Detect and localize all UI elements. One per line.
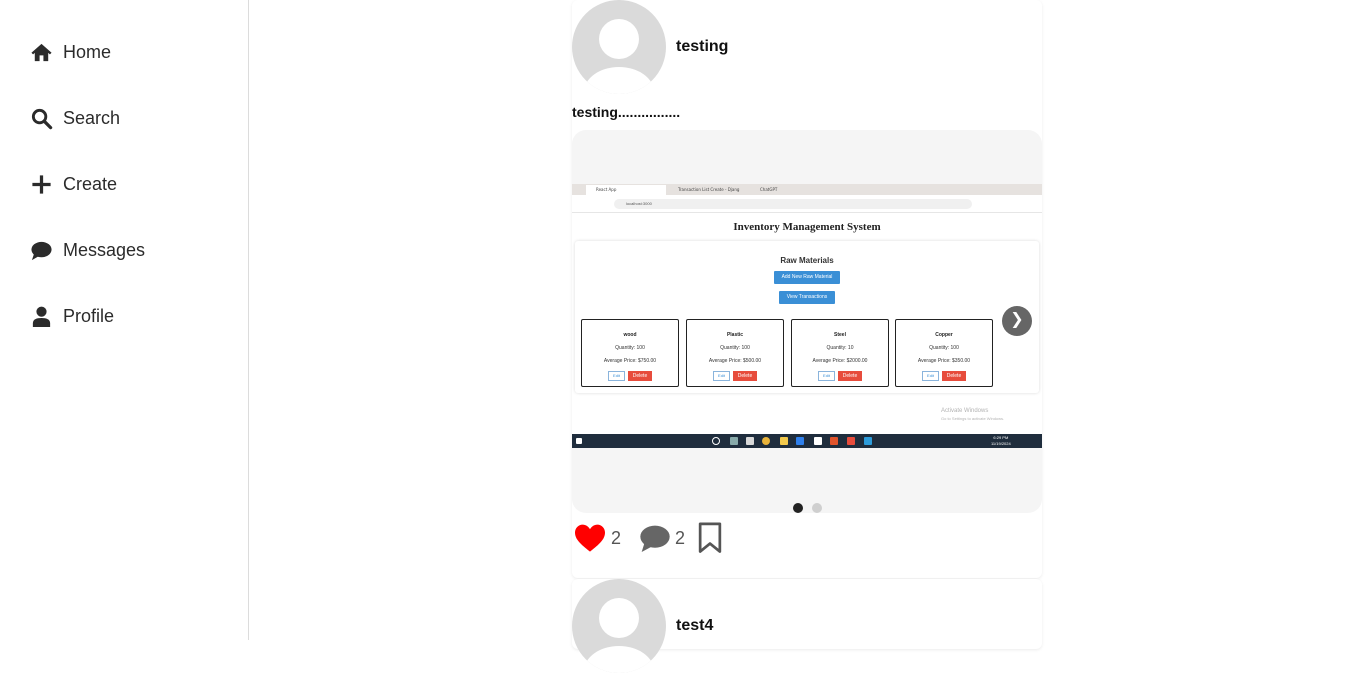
material-price: Average Price: $500.00 bbox=[708, 358, 762, 364]
post-image: React App Transaction List Create - Djan… bbox=[572, 184, 1042, 448]
delete-button: Delete bbox=[838, 371, 862, 381]
like-count: 2 bbox=[611, 527, 622, 548]
material-name: wood bbox=[623, 332, 637, 338]
material-quantity: Quantity: 10 bbox=[826, 345, 854, 351]
post-username[interactable]: testing bbox=[676, 38, 728, 56]
bookmark-icon[interactable] bbox=[697, 522, 723, 554]
carousel-dots bbox=[572, 503, 1042, 513]
windows-taskbar: 6:29 PM 11/19/2024 bbox=[572, 434, 1042, 448]
taskbar-mail-icon bbox=[814, 437, 822, 445]
comment-count: 2 bbox=[675, 527, 686, 548]
sidebar-item-create[interactable]: Create bbox=[30, 173, 117, 196]
taskbar-vscode-icon bbox=[864, 437, 872, 445]
material-card: Copper Quantity: 100 Average Price: $350… bbox=[895, 319, 993, 387]
sidebar-item-profile[interactable]: Profile bbox=[30, 305, 114, 328]
material-price: Average Price: $350.00 bbox=[917, 358, 971, 364]
browser-address-bar: localhost:3000 bbox=[572, 195, 1042, 213]
post-caption: testing................ bbox=[572, 104, 681, 120]
image-carousel[interactable]: React App Transaction List Create - Djan… bbox=[572, 130, 1042, 513]
avatar[interactable] bbox=[572, 579, 666, 673]
activate-windows-watermark: Activate Windows Go to Settings to activ… bbox=[941, 407, 1004, 423]
windows-start-icon bbox=[576, 438, 582, 444]
browser-tab-bar: React App Transaction List Create - Djan… bbox=[572, 184, 1042, 195]
browser-tab: Transaction List Create - Djang bbox=[678, 187, 740, 192]
sidebar-item-messages[interactable]: Messages bbox=[30, 239, 145, 262]
raw-materials-panel: Raw Materials Add New Raw Material View … bbox=[575, 241, 1039, 393]
taskbar-taskview-icon bbox=[730, 437, 738, 445]
taskbar-search-icon bbox=[712, 437, 720, 445]
sidebar-item-label: Create bbox=[63, 174, 118, 194]
chat-bubble-icon bbox=[31, 241, 52, 261]
post-actions: 2 2 bbox=[572, 522, 723, 554]
next-arrow-icon: ❯ bbox=[1002, 306, 1032, 336]
taskbar-brave-icon bbox=[830, 437, 838, 445]
material-card: Steel Quantity: 10 Average Price: $2000.… bbox=[791, 319, 889, 387]
delete-button: Delete bbox=[628, 371, 652, 381]
edit-button: Edit bbox=[818, 371, 835, 381]
sidebar-item-label: Profile bbox=[63, 306, 115, 326]
taskbar-app-icon bbox=[847, 437, 855, 445]
material-price: Average Price: $750.00 bbox=[603, 358, 657, 364]
comment-icon[interactable] bbox=[639, 523, 671, 553]
post-username[interactable]: test4 bbox=[676, 617, 713, 635]
view-transactions-button: View Transactions bbox=[779, 291, 835, 304]
sidebar-item-home[interactable]: Home bbox=[30, 41, 111, 64]
post-card: test4 bbox=[572, 579, 1042, 673]
edit-button: Edit bbox=[922, 371, 939, 381]
clock-date: 11/19/2024 bbox=[991, 441, 1011, 446]
carousel-dot[interactable] bbox=[792, 503, 803, 513]
sidebar-item-search[interactable]: Search bbox=[30, 107, 120, 130]
material-card: wood Quantity: 100 Average Price: $750.0… bbox=[581, 319, 679, 387]
edit-button: Edit bbox=[608, 371, 625, 381]
avatar[interactable] bbox=[572, 0, 666, 94]
material-name: Plastic bbox=[726, 332, 744, 338]
sidebar-item-label: Search bbox=[63, 108, 121, 128]
taskbar-clock: 6:29 PM 11/19/2024 bbox=[991, 435, 1011, 447]
post-card: testing testing................ React Ap… bbox=[572, 0, 1042, 578]
sidebar: Home Search Create Messages Profile bbox=[0, 0, 249, 640]
delete-button: Delete bbox=[942, 371, 966, 381]
material-price: Average Price: $2000.00 bbox=[812, 358, 868, 364]
raw-materials-title: Raw Materials bbox=[780, 256, 834, 265]
watermark-title: Activate Windows bbox=[941, 408, 989, 414]
material-quantity: Quantity: 100 bbox=[615, 345, 645, 351]
taskbar-chrome-icon bbox=[762, 437, 770, 445]
user-icon bbox=[32, 306, 51, 328]
material-card: Plastic Quantity: 100 Average Price: $50… bbox=[686, 319, 784, 387]
home-icon bbox=[31, 43, 52, 62]
inventory-app-title: Inventory Management System bbox=[733, 221, 881, 233]
material-name: Copper bbox=[935, 332, 953, 338]
material-name: Steel bbox=[834, 332, 846, 338]
browser-tab: React App bbox=[586, 185, 666, 195]
watermark-subtitle: Go to Settings to activate Windows. bbox=[941, 416, 1005, 421]
sidebar-item-label: Messages bbox=[63, 240, 146, 260]
carousel-dot[interactable] bbox=[811, 503, 822, 513]
edit-button: Edit bbox=[713, 371, 730, 381]
browser-tab: ChatGPT bbox=[760, 187, 778, 192]
add-raw-material-button: Add New Raw Material bbox=[774, 271, 840, 284]
taskbar-edge-icon bbox=[796, 437, 804, 445]
taskbar-store-icon bbox=[746, 437, 754, 445]
search-icon bbox=[31, 108, 53, 130]
plus-icon bbox=[32, 175, 51, 194]
delete-button: Delete bbox=[733, 371, 757, 381]
taskbar-folder-icon bbox=[780, 437, 788, 445]
material-quantity: Quantity: 100 bbox=[929, 345, 959, 351]
heart-icon[interactable] bbox=[573, 523, 607, 553]
sidebar-item-label: Home bbox=[63, 42, 112, 62]
material-quantity: Quantity: 100 bbox=[720, 345, 750, 351]
browser-url: localhost:3000 bbox=[614, 199, 972, 209]
